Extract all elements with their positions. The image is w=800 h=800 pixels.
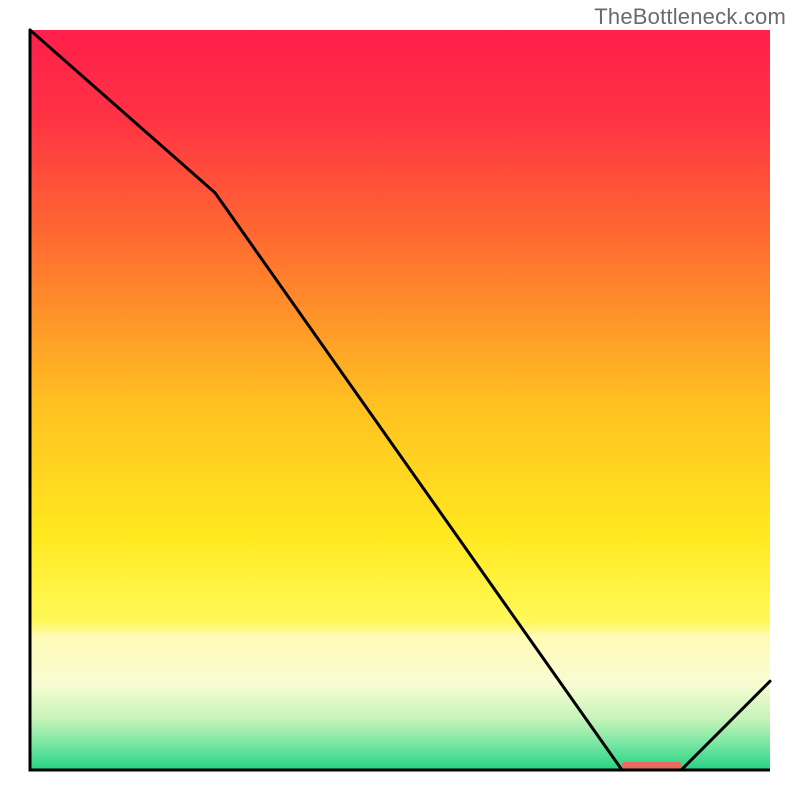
- plot-background: [30, 30, 770, 770]
- optimal-range-marker: [622, 762, 681, 769]
- watermark-label: TheBottleneck.com: [594, 4, 786, 30]
- chart-svg: [0, 0, 800, 800]
- bottleneck-chart: TheBottleneck.com: [0, 0, 800, 800]
